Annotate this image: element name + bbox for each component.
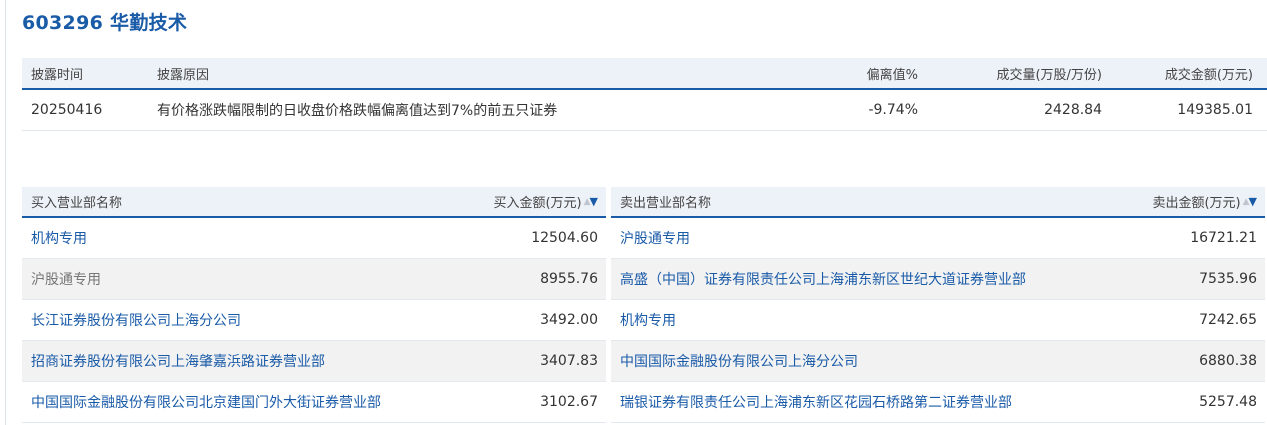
disclosure-date: 20250416 [31,102,103,118]
sell-broker-link[interactable]: 沪股通专用 [620,218,690,258]
sort-desc-icon[interactable]: ▼ [1249,195,1257,208]
table-row: 长江证券股份有限公司上海分公司 3492.00 [22,300,606,341]
disclosure-reason: 有价格涨跌幅限制的日收盘价格跌幅偏离值达到7%的前五只证券 [157,103,558,119]
sell-amount: 16721.21 [1190,230,1257,246]
sell-header-row: 卖出营业部名称 卖出金额(万元) ▲ ▼ [611,187,1265,218]
sort-toggle[interactable]: ▲ ▼ [1243,195,1257,208]
header-amount: 成交金额(万元) [1164,67,1253,83]
header-date: 披露时间 [31,67,84,83]
table-row: 沪股通专用 16721.21 [611,218,1265,259]
buy-header-row: 买入营业部名称 买入金额(万元) ▲ ▼ [22,187,606,218]
sell-amount: 6880.38 [1199,353,1257,369]
table-row: 瑞银证券有限责任公司上海浦东新区花园石桥路第二证券营业部 5257.48 [611,382,1265,423]
buy-broker-link[interactable]: 机构专用 [31,218,87,258]
buy-header-amount: 买入金额(万元) [493,196,582,211]
buy-broker-link[interactable]: 招商证券股份有限公司上海肇嘉浜路证券营业部 [31,341,325,381]
buy-broker-link[interactable]: 沪股通专用 [31,259,101,299]
table-row: 中国国际金融股份有限公司北京建国门外大街证券营业部 3102.67 [22,382,606,423]
sell-header-name: 卖出营业部名称 [620,196,712,211]
sort-desc-icon[interactable]: ▼ [590,195,598,208]
buy-panel: 买入营业部名称 买入金额(万元) ▲ ▼ 机构专用 12504.60 沪股通专用… [22,187,606,423]
buy-amount: 3407.83 [540,353,598,369]
left-border [5,0,6,425]
disclosure-header-row: 披露时间 披露原因 偏离值% 成交量(万股/万份) 成交金额(万元) [22,58,1267,90]
buy-amount: 3492.00 [540,312,598,328]
sell-amount: 7535.96 [1199,271,1257,287]
sell-broker-link[interactable]: 瑞银证券有限责任公司上海浦东新区花园石桥路第二证券营业部 [620,382,1012,422]
table-row: 机构专用 12504.60 [22,218,606,259]
buy-amount: 3102.67 [540,394,598,410]
table-row: 高盛（中国）证券有限责任公司上海浦东新区世纪大道证券营业部 7535.96 [611,259,1265,300]
disclosure-deviation: -9.74% [868,102,918,118]
sell-amount: 5257.48 [1199,394,1257,410]
sell-broker-link[interactable]: 高盛（中国）证券有限责任公司上海浦东新区世纪大道证券营业部 [620,259,1026,299]
buy-amount: 8955.76 [540,271,598,287]
header-deviation: 偏离值% [866,67,918,83]
sell-header-amount: 卖出金额(万元) [1152,196,1241,211]
buy-amount-sort-header[interactable]: 买入金额(万元) ▲ ▼ [493,187,598,216]
buy-amount: 12504.60 [531,230,598,246]
page-title: 603296 华勤技术 [22,12,188,34]
table-row: 沪股通专用 8955.76 [22,259,606,300]
disclosure-amount: 149385.01 [1177,102,1253,118]
sort-toggle[interactable]: ▲ ▼ [584,195,598,208]
sell-broker-link[interactable]: 机构专用 [620,300,676,340]
buy-header-name: 买入营业部名称 [31,196,123,211]
sell-amount: 7242.65 [1199,312,1257,328]
buy-broker-link[interactable]: 中国国际金融股份有限公司北京建国门外大街证券营业部 [31,382,381,422]
disclosure-table: 披露时间 披露原因 偏离值% 成交量(万股/万份) 成交金额(万元) 20250… [22,58,1267,131]
sell-amount-sort-header[interactable]: 卖出金额(万元) ▲ ▼ [1152,187,1257,216]
table-row: 机构专用 7242.65 [611,300,1265,341]
sell-broker-link[interactable]: 中国国际金融股份有限公司上海分公司 [620,341,858,381]
buy-broker-link[interactable]: 长江证券股份有限公司上海分公司 [31,300,241,340]
header-reason: 披露原因 [157,67,210,83]
disclosure-row: 20250416 有价格涨跌幅限制的日收盘价格跌幅偏离值达到7%的前五只证券 -… [22,90,1267,131]
table-row: 中国国际金融股份有限公司上海分公司 6880.38 [611,341,1265,382]
sell-panel: 卖出营业部名称 卖出金额(万元) ▲ ▼ 沪股通专用 16721.21 高盛（中… [611,187,1265,423]
disclosure-volume: 2428.84 [1044,102,1102,118]
header-volume: 成交量(万股/万份) [996,67,1102,83]
table-row: 招商证券股份有限公司上海肇嘉浜路证券营业部 3407.83 [22,341,606,382]
